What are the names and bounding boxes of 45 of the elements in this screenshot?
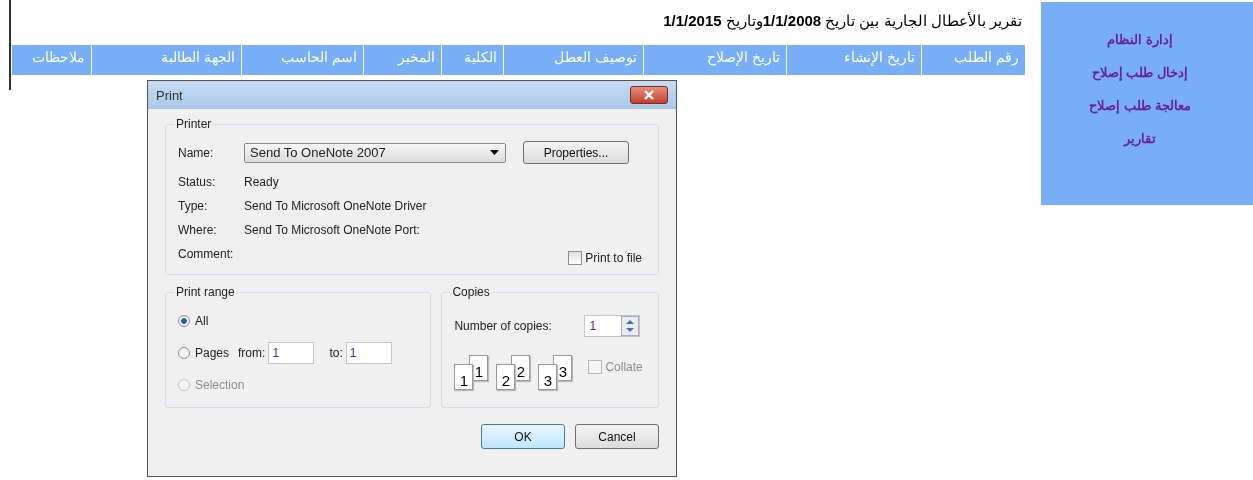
field-label: Number of copies: [454, 319, 553, 333]
column-header: تاريخ الإنشاء [786, 45, 921, 75]
column-header: الجهة الطالبة [91, 45, 241, 75]
group-title: Copies [451, 285, 491, 299]
field-label: Status: [178, 175, 217, 189]
field-label: Where: [178, 223, 218, 237]
column-header: تاريخ الإصلاح [643, 45, 786, 75]
sidebar-link[interactable]: إدارة النظام [1107, 32, 1187, 47]
field-label: to: [329, 346, 343, 360]
printer-dropdown[interactable]: Send To OneNote 2007 [244, 142, 506, 163]
properties-button[interactable]: Properties... [523, 141, 629, 164]
radio-option[interactable]: All [178, 314, 209, 328]
page-sheet: 3 [538, 364, 558, 390]
column-header: رقم الطلب [921, 45, 1025, 75]
input-field[interactable]: 1 [345, 342, 392, 364]
close-icon [643, 90, 655, 100]
field-label: from: [238, 346, 266, 360]
column-header: الكلية [441, 45, 503, 75]
field-label: Name: [178, 145, 215, 160]
spin-arrows-icon [621, 316, 640, 336]
radio-option[interactable]: Pages [178, 346, 230, 360]
sidebar-link[interactable]: تقارير [1124, 131, 1170, 146]
field-label: Comment: [178, 247, 235, 261]
dialog-button[interactable]: OK [481, 424, 565, 449]
close-button[interactable] [630, 86, 668, 104]
dialog-button[interactable]: Cancel [575, 424, 659, 449]
column-header: اسم الحاسب [241, 45, 363, 75]
field-value: Ready [244, 175, 279, 189]
group-title: Printer [175, 117, 213, 131]
group-title: Print range [175, 285, 236, 299]
number-spinner[interactable]: 1 [584, 315, 641, 337]
column-header: توصيف العطل [503, 45, 643, 75]
field-label: Type: [178, 199, 209, 213]
sidebar-link[interactable]: إدخال طلب إصلاح [1091, 65, 1203, 80]
column-header: المخبر [363, 45, 441, 75]
print-to-file-checkbox[interactable]: Print to file [568, 251, 642, 265]
column-header: ملاحظات [11, 45, 91, 75]
field-value: Send To Microsoft OneNote Driver [244, 199, 427, 213]
caret-icon [490, 150, 499, 155]
sidebar-link[interactable]: معالجة طلب إصلاح [1089, 98, 1205, 113]
page-sheet: 1 [454, 364, 474, 390]
page-sheet: 2 [496, 364, 516, 390]
field-value: Send To Microsoft OneNote Port: [244, 223, 420, 237]
input-field[interactable]: 1 [268, 342, 315, 364]
dialog-title: Print [156, 87, 183, 103]
